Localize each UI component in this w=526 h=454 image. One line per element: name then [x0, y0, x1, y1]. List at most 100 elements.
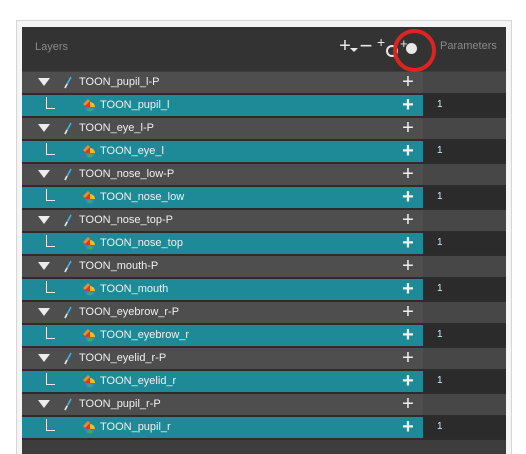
- parameters-column-label: Parameters: [440, 40, 497, 52]
- layer-name: TOON_nose_low-P: [79, 168, 175, 180]
- layers-view-frame: Layers + − + + Parameters TOON_pupil_l-P…: [16, 20, 512, 454]
- add-peg-button[interactable]: +: [377, 35, 398, 59]
- expand-arrow-icon[interactable]: [38, 124, 50, 132]
- plus-icon: +: [339, 35, 351, 57]
- hierarchy-line: [46, 419, 55, 431]
- parameters-cell[interactable]: [423, 302, 506, 323]
- layer-name: TOON_nose_top-P: [79, 214, 173, 226]
- layer-name: TOON_nose_low: [100, 191, 185, 203]
- peg-layer-icon: [64, 168, 72, 181]
- peg-layer-row[interactable]: TOON_nose_top-P +: [22, 210, 506, 233]
- parameter-value: 1: [437, 329, 443, 340]
- drawing-layer-row[interactable]: TOON_nose_top +1: [22, 233, 506, 256]
- add-to-layer-button[interactable]: +: [398, 164, 418, 185]
- drawing-layer-row[interactable]: TOON_mouth +1: [22, 279, 506, 302]
- layer-name: TOON_eyebrow_r-P: [79, 306, 180, 318]
- parameters-cell[interactable]: [423, 394, 506, 415]
- add-to-layer-button[interactable]: +: [398, 233, 418, 254]
- parameters-cell[interactable]: [423, 325, 506, 346]
- layer-name: TOON_eyelid_r-P: [79, 352, 167, 364]
- parameters-cell[interactable]: [423, 118, 506, 139]
- add-to-layer-button[interactable]: +: [398, 118, 418, 139]
- parameters-cell[interactable]: [423, 233, 506, 254]
- peg-layer-icon: [64, 260, 72, 273]
- peg-layer-icon: [64, 306, 72, 319]
- add-to-layer-button[interactable]: +: [398, 141, 418, 162]
- hierarchy-line: [46, 189, 55, 201]
- add-to-layer-button[interactable]: +: [398, 394, 418, 415]
- layer-name: TOON_mouth-P: [79, 260, 159, 272]
- parameters-cell[interactable]: [423, 141, 506, 162]
- drawing-layer-row[interactable]: TOON_pupil_l +1: [22, 95, 506, 118]
- expand-arrow-icon[interactable]: [38, 216, 50, 224]
- layer-name: TOON_pupil_l-P: [79, 76, 160, 88]
- peg-layer-row[interactable]: TOON_eye_l-P +: [22, 118, 506, 141]
- remove-layer-button[interactable]: −: [356, 35, 376, 59]
- expand-arrow-icon[interactable]: [38, 78, 50, 86]
- parameter-value: 1: [437, 283, 443, 294]
- drawing-layer-row[interactable]: TOON_nose_low +1: [22, 187, 506, 210]
- add-layer-button[interactable]: +: [335, 35, 358, 59]
- drawing-layer-icon: [83, 191, 95, 204]
- add-to-layer-button[interactable]: +: [398, 302, 418, 323]
- peg-layer-row[interactable]: TOON_nose_low-P +: [22, 164, 506, 187]
- hierarchy-line: [46, 327, 55, 339]
- parameters-cell[interactable]: [423, 371, 506, 392]
- hierarchy-line: [46, 235, 55, 247]
- parameters-cell[interactable]: [423, 210, 506, 231]
- expand-arrow-icon[interactable]: [38, 262, 50, 270]
- add-to-layer-button[interactable]: +: [398, 371, 418, 392]
- expand-arrow-icon[interactable]: [38, 308, 50, 316]
- add-to-layer-button[interactable]: +: [398, 187, 418, 208]
- parameters-cell[interactable]: [423, 279, 506, 300]
- add-to-layer-button[interactable]: +: [398, 256, 418, 277]
- peg-layer-icon: [64, 214, 72, 227]
- drawing-layer-icon: [83, 375, 95, 388]
- layer-name: TOON_pupil_r: [100, 421, 171, 433]
- add-to-layer-button[interactable]: +: [398, 95, 418, 116]
- expand-arrow-icon[interactable]: [38, 354, 50, 362]
- peg-layer-row[interactable]: TOON_mouth-P +: [22, 256, 506, 279]
- layer-name: TOON_eye_l-P: [79, 122, 154, 134]
- parameter-value: 1: [437, 99, 443, 110]
- parameters-cell[interactable]: [423, 348, 506, 369]
- layer-name: TOON_nose_top: [100, 237, 183, 249]
- add-to-layer-button[interactable]: +: [398, 279, 418, 300]
- parameter-value: 1: [437, 145, 443, 156]
- parameters-cell[interactable]: [423, 417, 506, 438]
- deformer-icon: [406, 43, 417, 54]
- peg-layer-row[interactable]: TOON_eyebrow_r-P +: [22, 302, 506, 325]
- parameters-cell[interactable]: [423, 72, 506, 93]
- layer-list: TOON_pupil_l-P + TOON_pupil_l +1 TOON_eye_l-…: [22, 72, 506, 440]
- add-to-layer-button[interactable]: +: [398, 210, 418, 231]
- hierarchy-line: [46, 373, 55, 385]
- minus-icon: −: [359, 33, 373, 58]
- drawing-layer-icon: [83, 99, 95, 112]
- layer-name: TOON_mouth: [100, 283, 169, 295]
- peg-layer-icon: [64, 122, 72, 135]
- expand-arrow-icon[interactable]: [38, 170, 50, 178]
- layers-header: Layers + − + + Parameters: [22, 27, 506, 71]
- parameters-cell[interactable]: [423, 95, 506, 116]
- layer-name: TOON_eyebrow_r: [100, 329, 190, 341]
- peg-layer-icon: [64, 352, 72, 365]
- drawing-layer-row[interactable]: TOON_eye_l +1: [22, 141, 506, 164]
- expand-arrow-icon[interactable]: [38, 400, 50, 408]
- parameters-cell[interactable]: [423, 256, 506, 277]
- peg-layer-row[interactable]: TOON_pupil_r-P +: [22, 394, 506, 417]
- drawing-layer-row[interactable]: TOON_pupil_r +1: [22, 417, 506, 440]
- drawing-layer-row[interactable]: TOON_eyelid_r +1: [22, 371, 506, 394]
- parameters-cell[interactable]: [423, 187, 506, 208]
- peg-layer-row[interactable]: TOON_pupil_l-P +: [22, 72, 506, 95]
- parameter-value: 1: [437, 421, 443, 432]
- drawing-layer-row[interactable]: TOON_eyebrow_r +1: [22, 325, 506, 348]
- add-to-layer-button[interactable]: +: [398, 348, 418, 369]
- add-deformer-button[interactable]: +: [400, 35, 420, 59]
- add-to-layer-button[interactable]: +: [398, 72, 418, 93]
- hierarchy-line: [46, 281, 55, 293]
- drawing-layer-icon: [83, 283, 95, 296]
- add-to-layer-button[interactable]: +: [398, 417, 418, 438]
- peg-layer-row[interactable]: TOON_eyelid_r-P +: [22, 348, 506, 371]
- add-to-layer-button[interactable]: +: [398, 325, 418, 346]
- parameters-cell[interactable]: [423, 164, 506, 185]
